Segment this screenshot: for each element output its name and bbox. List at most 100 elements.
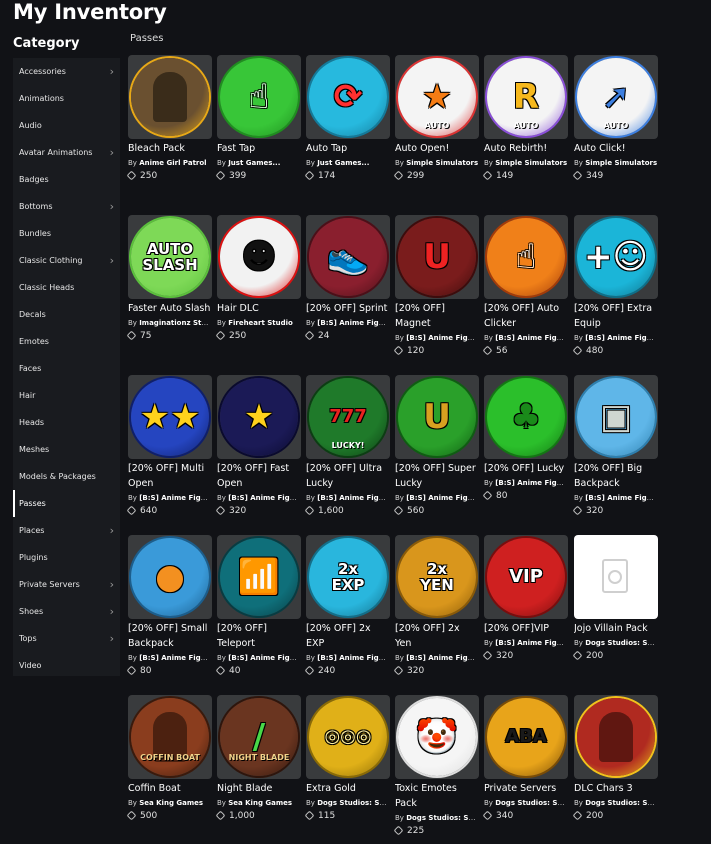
item-card[interactable]: U [20% OFF] Magnet By [B:S] Anime Fight...… — [393, 215, 479, 356]
creator-name[interactable]: Simple Simulators — [406, 159, 478, 167]
creator-name[interactable]: Dogs Studios: So... — [406, 814, 479, 822]
item-card[interactable]: ★ [20% OFF] Fast Open By [B:S] Anime Fight… — [215, 375, 301, 516]
item-thumbnail[interactable]: ABA — [484, 695, 568, 779]
item-card[interactable]: 2x YEN [20% OFF] 2x Yen By [B:S] Anime Fig… — [393, 535, 479, 676]
sidebar-item-passes[interactable]: Passes — [13, 490, 120, 517]
item-creator[interactable]: By Simple Simulators — [484, 159, 568, 167]
creator-name[interactable]: Anime Girl Patrol — [139, 159, 206, 167]
creator-name[interactable]: [B:S] Anime Fight... — [585, 334, 658, 342]
creator-name[interactable]: Just Games... — [317, 159, 369, 167]
sidebar-item-private-servers[interactable]: Private Servers › — [13, 571, 120, 598]
item-card[interactable]: VIP [20% OFF]VIP By [B:S] Anime Fight... 32… — [482, 535, 568, 661]
creator-name[interactable]: [B:S] Anime Fight... — [406, 494, 479, 502]
item-name[interactable]: [20% OFF] 2x Yen — [395, 621, 479, 651]
item-thumbnail[interactable]: ⟳ — [306, 55, 390, 139]
sidebar-item-badges[interactable]: Badges — [13, 166, 120, 193]
item-creator[interactable]: By Imaginationz Stu... — [128, 319, 212, 327]
item-name[interactable]: Private Servers — [484, 781, 568, 796]
item-creator[interactable]: By [B:S] Anime Fight... — [484, 479, 568, 487]
item-name[interactable]: Bleach Pack — [128, 141, 212, 156]
sidebar-item-decals[interactable]: Decals — [13, 301, 120, 328]
item-thumbnail[interactable]: ▣ — [574, 375, 658, 459]
item-name[interactable]: [20% OFF] 2x EXP — [306, 621, 390, 651]
item-creator[interactable]: By Simple Simulators — [574, 159, 658, 167]
item-thumbnail[interactable]: ★ — [217, 375, 301, 459]
item-thumbnail[interactable]: ★ AUTO — [395, 55, 479, 139]
item-creator[interactable]: By [B:S] Anime Fight... — [395, 654, 479, 662]
item-name[interactable]: Auto Tap — [306, 141, 390, 156]
item-card[interactable]: Bleach Pack By Anime Girl Patrol 250 — [126, 55, 212, 181]
item-creator[interactable]: By [B:S] Anime Fight... — [395, 334, 479, 342]
item-creator[interactable]: By [B:S] Anime Fight... — [306, 654, 390, 662]
item-thumbnail[interactable]: ☝ — [484, 215, 568, 299]
item-creator[interactable]: By [B:S] Anime Fight... — [306, 494, 390, 502]
creator-name[interactable]: Dogs Studios: So... — [585, 639, 658, 647]
item-thumbnail[interactable]: 🤡 — [395, 695, 479, 779]
item-creator[interactable]: By [B:S] Anime Fight... — [217, 654, 301, 662]
sidebar-item-accessories[interactable]: Accessories › — [13, 58, 120, 85]
sidebar-item-plugins[interactable]: Plugins — [13, 544, 120, 571]
item-creator[interactable]: By [B:S] Anime Fight... — [217, 494, 301, 502]
item-card[interactable]: ☝ [20% OFF] Auto Clicker By [B:S] Anime Fi… — [482, 215, 568, 356]
item-card[interactable]: 🤡 Toxic Emotes Pack By Dogs Studios: So...… — [393, 695, 479, 836]
item-creator[interactable]: By [B:S] Anime Fight... — [574, 334, 658, 342]
sidebar-item-bundles[interactable]: Bundles — [13, 220, 120, 247]
item-thumbnail[interactable]: 777 LUCKY! — [306, 375, 390, 459]
item-creator[interactable]: By Dogs Studios: So... — [395, 814, 479, 822]
item-name[interactable]: [20% OFF] Sprint — [306, 301, 390, 316]
item-card[interactable]: ● [20% OFF] Small Backpack By [B:S] Anime … — [126, 535, 212, 676]
item-creator[interactable]: By Simple Simulators — [395, 159, 479, 167]
item-card[interactable]: ☝ Fast Tap By Just Games... 399 — [215, 55, 301, 181]
item-name[interactable]: [20% OFF] Multi Open — [128, 461, 212, 491]
item-creator[interactable]: By Dogs Studios: So... — [306, 799, 390, 807]
item-card[interactable]: ▣ [20% OFF] Big Backpack By [B:S] Anime Fi… — [572, 375, 658, 516]
item-thumbnail[interactable]: U — [395, 375, 479, 459]
creator-name[interactable]: [B:S] Anime Fight... — [139, 494, 212, 502]
item-card[interactable]: ★ AUTO Auto Open! By Simple Simulators 299 — [393, 55, 479, 181]
item-card[interactable]: U [20% OFF] Super Lucky By [B:S] Anime Fig… — [393, 375, 479, 516]
item-card[interactable]: 📶 [20% OFF] Teleport By [B:S] Anime Fight.… — [215, 535, 301, 676]
sidebar-item-avatar-animations[interactable]: Avatar Animations › — [13, 139, 120, 166]
item-creator[interactable]: By [B:S] Anime Fight... — [484, 334, 568, 342]
item-creator[interactable]: By Dogs Studios: So... — [484, 799, 568, 807]
item-name[interactable]: Extra Gold — [306, 781, 390, 796]
item-card[interactable]: ➚ AUTO Auto Click! By Simple Simulators 349 — [572, 55, 658, 181]
item-card[interactable]: ★★ [20% OFF] Multi Open By [B:S] Anime Fig… — [126, 375, 212, 516]
item-thumbnail[interactable]: AUTO SLASH — [128, 215, 212, 299]
item-creator[interactable]: By Sea King Games — [128, 799, 212, 807]
item-creator[interactable]: By Dogs Studios: So... — [574, 639, 658, 647]
creator-name[interactable]: [B:S] Anime Fight... — [317, 654, 390, 662]
item-creator[interactable]: By Anime Girl Patrol — [128, 159, 212, 167]
creator-name[interactable]: [B:S] Anime Fight... — [317, 319, 390, 327]
creator-name[interactable]: [B:S] Anime Fight... — [495, 639, 568, 647]
item-card[interactable]: Jojo Villain Pack By Dogs Studios: So... 2… — [572, 535, 658, 661]
sidebar-item-meshes[interactable]: Meshes — [13, 436, 120, 463]
item-card[interactable]: ☻ Hair DLC By Fireheart Studio 250 — [215, 215, 301, 341]
creator-name[interactable]: Sea King Games — [139, 799, 203, 807]
creator-name[interactable]: Dogs Studios: So... — [495, 799, 568, 807]
item-name[interactable]: [20% OFF] Ultra Lucky — [306, 461, 390, 491]
item-thumbnail[interactable]: ➚ AUTO — [574, 55, 658, 139]
item-card[interactable]: ABA Private Servers By Dogs Studios: So...… — [482, 695, 568, 821]
item-name[interactable]: [20% OFF] Super Lucky — [395, 461, 479, 491]
item-card[interactable]: +☺ [20% OFF] Extra Equip By [B:S] Anime Fi… — [572, 215, 658, 356]
creator-name[interactable]: [B:S] Anime Fight... — [228, 494, 301, 502]
sidebar-item-models-packages[interactable]: Models & Packages — [13, 463, 120, 490]
item-thumbnail[interactable]: ◎◎◎ — [306, 695, 390, 779]
creator-name[interactable]: [B:S] Anime Fight... — [317, 494, 390, 502]
sidebar-item-hair[interactable]: Hair — [13, 382, 120, 409]
item-name[interactable]: [20% OFF] Magnet — [395, 301, 479, 331]
item-thumbnail[interactable]: ● — [128, 535, 212, 619]
item-creator[interactable]: By Just Games... — [217, 159, 301, 167]
sidebar-item-animations[interactable]: Animations — [13, 85, 120, 112]
item-thumbnail[interactable]: 2x YEN — [395, 535, 479, 619]
item-card[interactable]: 👟 [20% OFF] Sprint By [B:S] Anime Fight...… — [304, 215, 390, 341]
item-card[interactable]: ⟳ Auto Tap By Just Games... 174 — [304, 55, 390, 181]
item-thumbnail[interactable]: 2x EXP — [306, 535, 390, 619]
item-thumbnail[interactable]: U — [395, 215, 479, 299]
sidebar-item-classic-clothing[interactable]: Classic Clothing › — [13, 247, 120, 274]
item-creator[interactable]: By [B:S] Anime Fight... — [306, 319, 390, 327]
item-thumbnail[interactable]: VIP — [484, 535, 568, 619]
item-creator[interactable]: By [B:S] Anime Fight... — [128, 654, 212, 662]
item-thumbnail[interactable]: / NIGHT BLADE — [217, 695, 301, 779]
